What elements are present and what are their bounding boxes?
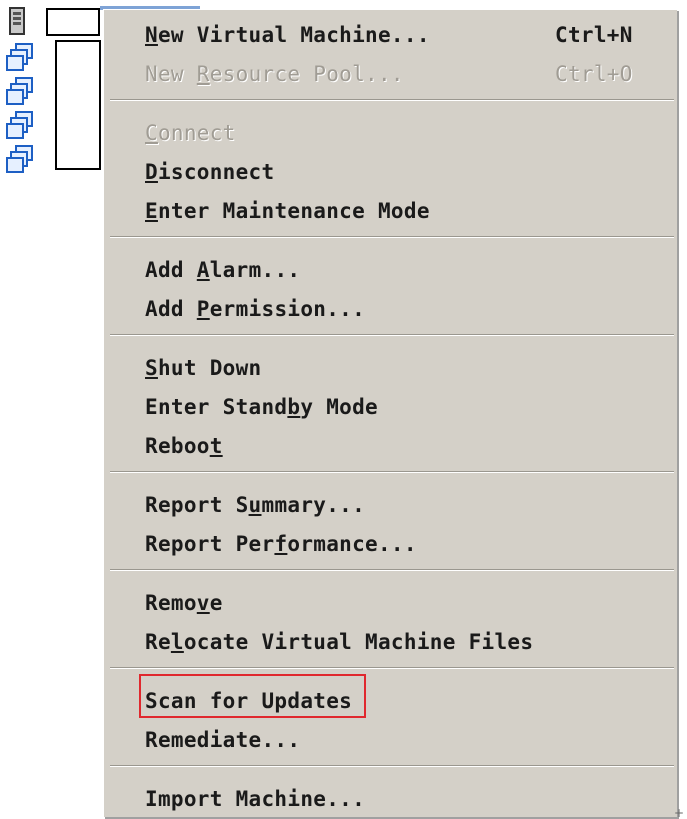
menu-separator xyxy=(110,667,674,669)
vm-group-icon[interactable] xyxy=(6,144,38,174)
screen: New Virtual Machine... Ctrl+N New Resour… xyxy=(0,0,687,819)
menu-item-add-permission[interactable]: Add Permission... xyxy=(104,290,678,328)
host-icon[interactable] xyxy=(6,6,38,36)
menu-separator xyxy=(110,99,674,101)
menu-separator xyxy=(110,569,674,571)
menu-separator xyxy=(110,236,674,238)
menu-item-shut-down[interactable]: Shut Down xyxy=(104,349,678,387)
menu-item-enter-maintenance-mode[interactable]: Enter Maintenance Mode xyxy=(104,192,678,230)
tree-selected-node[interactable] xyxy=(46,8,100,36)
resize-grip-icon: + xyxy=(674,806,685,819)
menu-item-disconnect[interactable]: Disconnect xyxy=(104,153,678,191)
shortcut-label: Ctrl+N xyxy=(555,23,633,47)
menu-item-enter-standby-mode[interactable]: Enter Standby Mode xyxy=(104,388,678,426)
vm-group-icon[interactable] xyxy=(6,76,38,106)
vm-group-icon[interactable] xyxy=(6,110,38,140)
menu-item-remove[interactable]: Remove xyxy=(104,584,678,622)
tree-node-box xyxy=(55,40,101,170)
menu-item-import-machine[interactable]: Import Machine... xyxy=(104,780,678,818)
menu-item-relocate-virtual-machine-files[interactable]: Relocate Virtual Machine Files xyxy=(104,623,678,661)
menu-item-new-virtual-machine[interactable]: New Virtual Machine... Ctrl+N xyxy=(104,16,678,54)
menu-item-connect: Connect xyxy=(145,121,236,145)
menu-item-remediate[interactable]: Remediate... xyxy=(104,721,678,759)
menu-item-report-performance[interactable]: Report Performance... xyxy=(104,525,678,563)
menu-item-new-resource-pool: New Resource Pool... Ctrl+O xyxy=(104,55,678,93)
menu-item-add-alarm[interactable]: Add Alarm... xyxy=(104,251,678,289)
vm-group-icon[interactable] xyxy=(6,42,38,72)
menu-item-report-summary[interactable]: Report Summary... xyxy=(104,486,678,524)
annotation-highlight-box xyxy=(139,674,366,718)
menu-separator xyxy=(110,765,674,767)
menu-separator xyxy=(110,334,674,336)
menu-item-reboot[interactable]: Reboot xyxy=(104,427,678,465)
menu-separator xyxy=(110,471,674,473)
shortcut-label: Ctrl+O xyxy=(555,62,633,86)
